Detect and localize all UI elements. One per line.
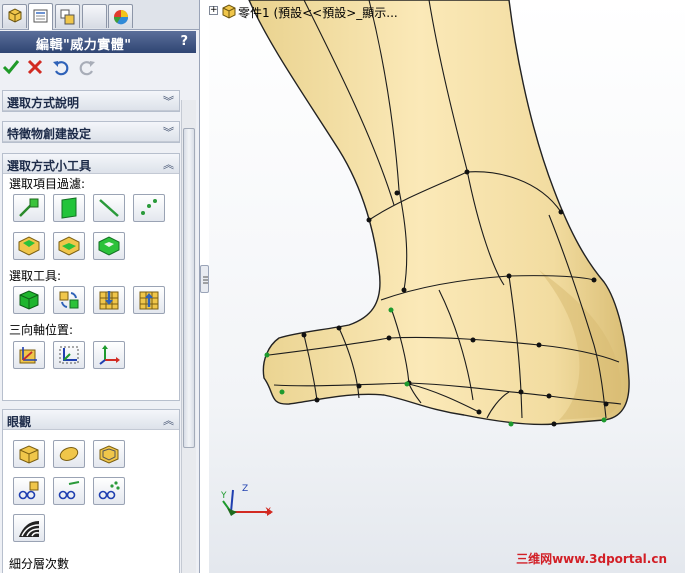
- curve-filter-icon: [99, 199, 119, 217]
- ok-button[interactable]: [2, 58, 22, 78]
- solid-mid-icon: [58, 236, 80, 256]
- feature-settings-header[interactable]: 特徵物創建設定 ︾: [3, 122, 179, 142]
- panel-scrollbar[interactable]: [181, 100, 196, 573]
- splitter-handle[interactable]: [200, 265, 209, 293]
- property-manager-panel: 編輯"威力實體" ? 選取方式說明 ︾ 特徵物創建設定 ︾ 選取方式小工具 ︽ …: [0, 0, 200, 573]
- view-glasses-points-button[interactable]: [93, 477, 125, 505]
- view-zebra-button[interactable]: [13, 514, 45, 542]
- redo-icon: [79, 61, 95, 76]
- select-grow-button[interactable]: [53, 286, 85, 314]
- selection-help-label: 選取方式說明: [7, 96, 80, 110]
- select-down-button[interactable]: [93, 286, 125, 314]
- triad-face-icon: [19, 347, 37, 364]
- glasses-box-icon: [18, 481, 39, 500]
- view-cage-box-button[interactable]: [93, 440, 125, 468]
- scrollbar-thumb[interactable]: [183, 128, 195, 448]
- triad-origin-button[interactable]: [93, 341, 125, 369]
- display-manager-tab[interactable]: [108, 4, 133, 28]
- view-label: 眼觀: [7, 415, 32, 429]
- watermark: 三维网www.3dportal.cn: [516, 552, 667, 566]
- undo-button[interactable]: [52, 58, 72, 78]
- triad-y-label: Y: [221, 491, 227, 501]
- action-row: [0, 55, 196, 81]
- view-glasses-line-button[interactable]: [53, 477, 85, 505]
- graphics-area[interactable]: + 零件1 (預設<<預設>_顯示... Z Y X 三维网www.3dport…: [209, 0, 685, 573]
- display-manager-icon: [113, 10, 129, 25]
- glasses-line-icon: [58, 481, 80, 500]
- filter-curves-button[interactable]: [93, 194, 125, 222]
- view-section: 眼觀 ︽ 細分層次數: [2, 409, 180, 573]
- ok-check-icon: [2, 60, 20, 75]
- filter-solid-top-button[interactable]: [13, 232, 45, 260]
- property-manager-icon: [33, 9, 48, 23]
- filter-solid-bottom-button[interactable]: [93, 232, 125, 260]
- selection-filter-label: 選取項目過濾:: [9, 177, 86, 191]
- filter-vertices-button[interactable]: [133, 194, 165, 222]
- cancel-button[interactable]: [26, 58, 46, 78]
- triad-origin-icon: [99, 345, 120, 365]
- triad-bbox-button[interactable]: [53, 341, 85, 369]
- smooth-ellipse-icon: [59, 447, 79, 461]
- green-cube-icon: [19, 290, 39, 310]
- help-button[interactable]: ?: [180, 34, 188, 49]
- triad-position-label: 三向軸位置:: [9, 323, 74, 337]
- cage-box-icon: [99, 445, 119, 464]
- chevron-double-down-icon: ︾: [163, 126, 174, 139]
- chevron-double-up-icon: ︽: [163, 158, 174, 171]
- filter-solid-mid-button[interactable]: [53, 232, 85, 260]
- feature-manager-icon: [8, 8, 22, 23]
- select-up-button[interactable]: [133, 286, 165, 314]
- triad-z-label: Z: [242, 484, 249, 494]
- selection-tools-sublabel: 選取工具:: [9, 269, 62, 283]
- feature-settings-label: 特徵物創建設定: [7, 127, 92, 141]
- configuration-manager-icon: [60, 9, 75, 25]
- panel-title: 編輯"威力實體": [36, 38, 132, 53]
- filter-faces-button[interactable]: [53, 194, 85, 222]
- edge-filter-icon: [19, 198, 39, 217]
- panel-title-bar: 編輯"威力實體" ?: [0, 31, 196, 53]
- feature-manager-tab[interactable]: [2, 4, 27, 28]
- selection-tools-label: 選取方式小工具: [7, 159, 92, 173]
- grid-up-icon: [139, 291, 159, 310]
- redo-button[interactable]: [78, 58, 98, 78]
- view-glasses-box-button[interactable]: [13, 477, 45, 505]
- view-header[interactable]: 眼觀 ︽: [3, 410, 179, 430]
- part-icon: [222, 4, 236, 19]
- glasses-points-icon: [98, 481, 120, 500]
- triad-x-label: X: [265, 507, 272, 517]
- blank-tab[interactable]: [82, 4, 107, 28]
- solid-top-icon: [18, 236, 40, 256]
- configuration-manager-tab[interactable]: [55, 4, 80, 28]
- chevron-double-up-icon: ︽: [163, 414, 174, 427]
- expand-plus-icon[interactable]: +: [209, 6, 218, 15]
- part-name: 零件1 (預設<<預設>_顯示...: [238, 6, 398, 20]
- face-filter-icon: [61, 197, 77, 219]
- tspline-model-view[interactable]: [209, 0, 685, 573]
- undo-icon: [53, 61, 69, 76]
- zebra-stripes-icon: [19, 521, 40, 537]
- cancel-x-icon: [27, 59, 43, 75]
- view-smooth-button[interactable]: [53, 440, 85, 468]
- triad-face-button[interactable]: [13, 341, 45, 369]
- select-cube-button[interactable]: [13, 286, 45, 314]
- vertex-filter-icon: [141, 199, 157, 215]
- subdivision-level-label: 細分層次數: [9, 557, 70, 571]
- property-manager-tab[interactable]: [28, 3, 53, 30]
- filter-edges-button[interactable]: [13, 194, 45, 222]
- model-body[interactable]: [248, 0, 630, 426]
- triad-bbox-icon: [59, 346, 79, 364]
- grid-down-icon: [99, 291, 119, 310]
- yellow-box-icon: [19, 445, 39, 464]
- feature-settings-section: 特徵物創建設定 ︾: [2, 121, 180, 143]
- selection-tools-header[interactable]: 選取方式小工具 ︽: [3, 154, 179, 174]
- manager-tab-strip: [0, 0, 199, 30]
- view-box-button[interactable]: [13, 440, 45, 468]
- chevron-double-down-icon: ︾: [163, 95, 174, 108]
- selection-tools-section: 選取方式小工具 ︽ 選取項目過濾: 選取工具: 三向軸位置:: [2, 153, 180, 401]
- selection-help-section: 選取方式說明 ︾: [2, 90, 180, 112]
- grow-selection-icon: [59, 291, 79, 309]
- panel-scroll-area: 選取方式說明 ︾ 特徵物創建設定 ︾ 選取方式小工具 ︽ 選取項目過濾: 選取工…: [0, 86, 196, 573]
- selection-help-header[interactable]: 選取方式說明 ︾: [3, 91, 179, 111]
- solid-bottom-icon: [98, 236, 120, 256]
